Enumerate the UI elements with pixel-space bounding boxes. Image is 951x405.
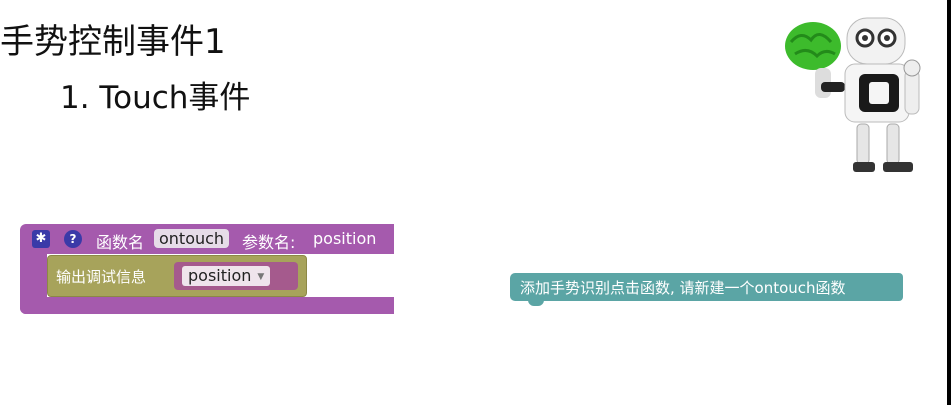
variable-dropdown-value: position: [188, 266, 252, 285]
function-block-footer: [20, 297, 394, 314]
variable-dropdown[interactable]: position ▼: [182, 266, 271, 286]
block-connector-notch: [528, 299, 544, 306]
debug-output-label: 输出调试信息: [56, 268, 147, 286]
gesture-block-label: 添加手势识别点击函数, 请新建一个ontouch函数: [520, 279, 846, 297]
gesture-recognition-block[interactable]: 添加手势识别点击函数, 请新建一个ontouch函数: [510, 273, 903, 306]
slide-title: 手势控制事件1: [0, 22, 226, 62]
slide-border: [947, 0, 951, 405]
slide-subtitle: 1. Touch事件: [60, 80, 251, 116]
function-name-field[interactable]: ontouch: [154, 229, 230, 248]
chevron-down-icon: ▼: [257, 271, 265, 282]
gear-icon[interactable]: ✱: [32, 230, 50, 248]
debug-output-block[interactable]: 输出调试信息 position ▼: [47, 255, 307, 297]
function-definition-block[interactable]: ✱ ? 函数名 ontouch 参数名: position 输出调试信息 pos…: [20, 224, 394, 314]
variable-block[interactable]: position ▼: [174, 262, 298, 290]
robot-holding-brain-icon: [785, 17, 921, 172]
question-icon[interactable]: ?: [64, 230, 82, 248]
function-name-label: 函数名: [96, 233, 145, 252]
parameter-name-value[interactable]: position: [313, 229, 376, 248]
parameter-name-label: 参数名:: [242, 233, 296, 252]
